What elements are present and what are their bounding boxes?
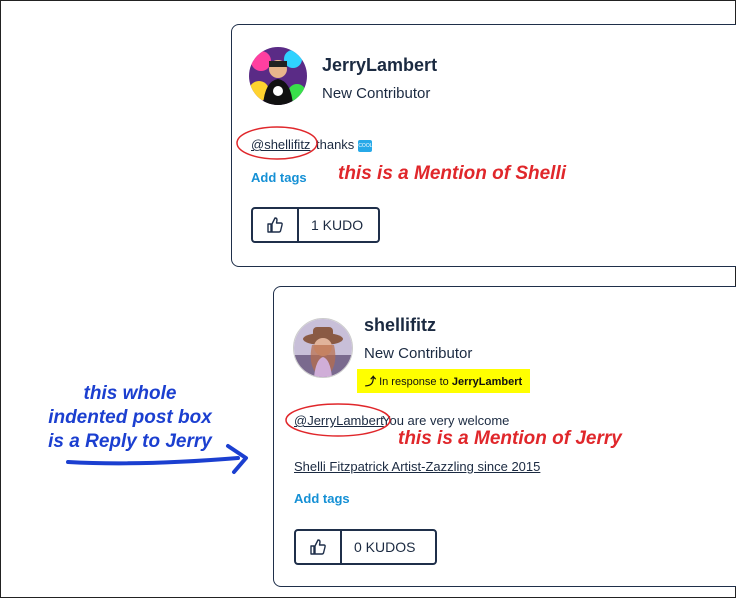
red-circle-mention-shelli (236, 126, 318, 160)
annotation-overlay (66, 126, 391, 474)
blue-arrow-line (66, 456, 240, 466)
annotation-reply-note: this whole indented post box is a Reply … (20, 382, 240, 454)
annotation-mention-jerry: this is a Mention of Jerry (398, 428, 622, 449)
red-circle-mention-jerry (285, 403, 391, 437)
reply-note-line: indented post box (48, 407, 212, 428)
annotation-mention-shelli: this is a Mention of Shelli (338, 163, 567, 184)
reply-note-line: is a Reply to Jerry (48, 431, 212, 452)
reply-note-line: this whole (83, 383, 177, 404)
